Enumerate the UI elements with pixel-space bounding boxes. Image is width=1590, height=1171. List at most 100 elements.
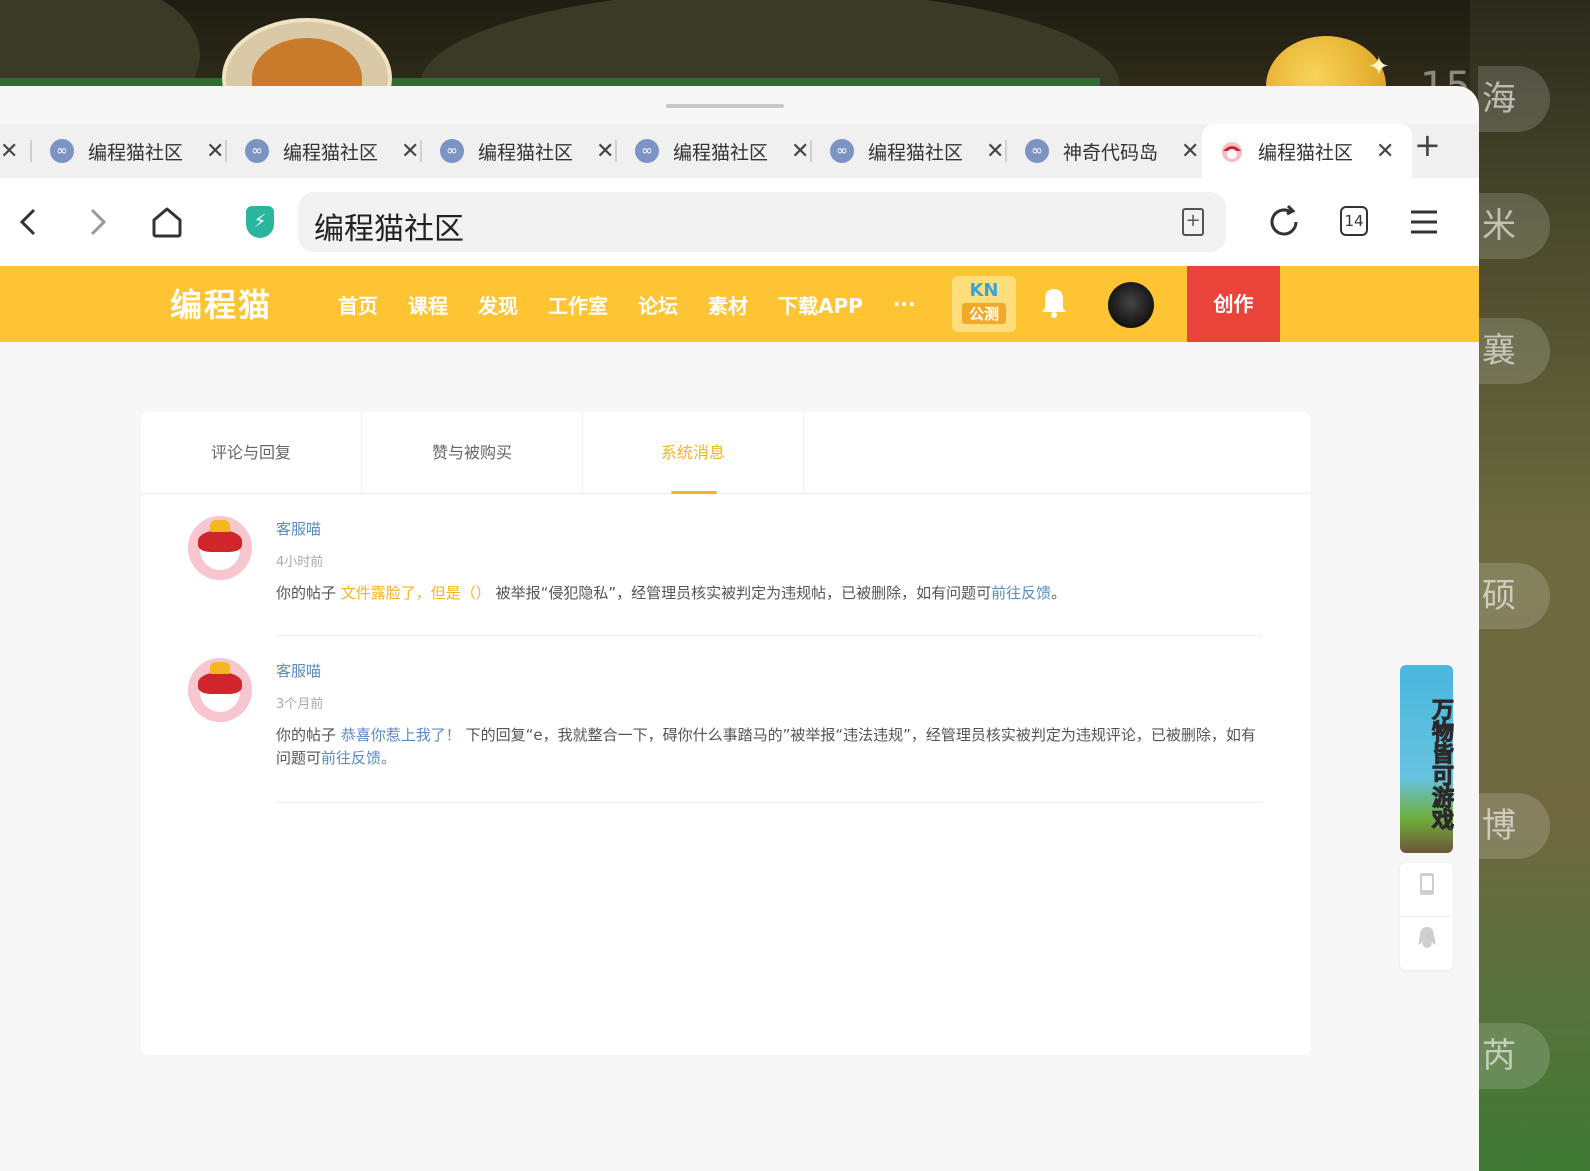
tab-label: 系统消息 bbox=[660, 443, 725, 462]
site-logo[interactable]: 编程猫 bbox=[170, 280, 272, 326]
browser-tab[interactable]: ∞ 编程猫社区 ✕ bbox=[830, 124, 1004, 178]
link-icon: ∞ bbox=[830, 139, 854, 163]
browser-tab[interactable]: ∞ 编程猫社区 ✕ bbox=[440, 124, 614, 178]
reload-button[interactable] bbox=[1266, 200, 1302, 255]
site-nav: 首页 课程 发现 工作室 论坛 素材 下载APP ··· bbox=[338, 266, 946, 342]
message-list: 客服喵 4小时前 你的帖子 文件露脸了，但是（） 被举报“侵犯隐私”，经管理员核… bbox=[141, 494, 1310, 803]
close-icon[interactable]: ✕ bbox=[986, 139, 1004, 164]
nav-forum[interactable]: 论坛 bbox=[638, 290, 678, 319]
tab-likes-purchases[interactable]: 赞与被购买 bbox=[362, 412, 583, 494]
close-icon[interactable]: ✕ bbox=[0, 139, 18, 164]
message-text: 。 bbox=[1051, 584, 1067, 602]
create-button[interactable]: 创作 bbox=[1187, 266, 1280, 342]
nav-studio[interactable]: 工作室 bbox=[548, 290, 608, 319]
tab-separator bbox=[615, 140, 617, 162]
cat-mask bbox=[198, 672, 242, 694]
message-time: 3个月前 bbox=[276, 697, 324, 712]
cat-hat bbox=[210, 520, 230, 532]
chevron-right-icon bbox=[90, 208, 107, 236]
link-icon: ∞ bbox=[245, 139, 269, 163]
kn-badge-title: KN bbox=[969, 280, 999, 301]
sender-name[interactable]: 客服喵 bbox=[276, 660, 1262, 681]
link-icon: ∞ bbox=[50, 139, 74, 163]
tab-title: 神奇代码岛 bbox=[1063, 141, 1159, 164]
window-grab-handle[interactable] bbox=[666, 104, 784, 108]
menu-button[interactable] bbox=[1408, 200, 1440, 255]
message-text: 你的帖子 bbox=[276, 584, 341, 602]
sender-name[interactable]: 客服喵 bbox=[276, 518, 1262, 539]
list-item: 客服喵 4小时前 你的帖子 文件露脸了，但是（） 被举报“侵犯隐私”，经管理员核… bbox=[188, 494, 1262, 636]
tab-comments-replies[interactable]: 评论与回复 bbox=[141, 412, 362, 494]
address-bar[interactable]: 编程猫社区 + bbox=[298, 192, 1226, 252]
nav-download-app[interactable]: 下载APP bbox=[778, 290, 863, 319]
tab-title: 编程猫社区 bbox=[673, 141, 769, 164]
avatar[interactable] bbox=[188, 516, 252, 580]
user-avatar[interactable] bbox=[1108, 282, 1154, 328]
browser-tab[interactable]: ∞ 编程猫社区 ✕ bbox=[635, 124, 809, 178]
cat-mask bbox=[198, 530, 242, 552]
messages-card: 评论与回复 赞与被购买 系统消息 客服喵 4小时前 你的帖子 文件露脸了，但是（… bbox=[141, 412, 1310, 1055]
bookmark-add-icon[interactable]: + bbox=[1182, 208, 1204, 236]
site-header: 编程猫 首页 课程 发现 工作室 论坛 素材 下载APP ··· KN 公测 创… bbox=[0, 266, 1479, 342]
promo-banner[interactable]: 万物皆可游戏 bbox=[1400, 665, 1454, 853]
list-item: 客服喵 3个月前 你的帖子 恭喜你惹上我了！ 下的回复“e，我就整合一下，碍你什… bbox=[188, 636, 1262, 803]
link-icon: ∞ bbox=[635, 139, 659, 163]
kn-badge-subtitle: 公测 bbox=[962, 303, 1006, 324]
nav-assets[interactable]: 素材 bbox=[708, 290, 748, 319]
qq-penguin-icon[interactable] bbox=[1400, 916, 1453, 969]
close-icon[interactable]: ✕ bbox=[791, 139, 809, 164]
close-icon[interactable]: ✕ bbox=[401, 139, 419, 164]
feedback-link[interactable]: 前往反馈。 bbox=[321, 749, 396, 767]
tab-title: 编程猫社区 bbox=[478, 141, 574, 164]
shield-icon[interactable]: ⚡ bbox=[246, 206, 274, 238]
tab-title: 编程猫社区 bbox=[868, 141, 964, 164]
browser-tab[interactable]: ∞ 神奇代码岛 ✕ bbox=[1025, 124, 1199, 178]
address-text[interactable]: 编程猫社区 bbox=[314, 204, 464, 248]
tab-separator bbox=[420, 140, 422, 162]
close-icon[interactable]: ✕ bbox=[1181, 139, 1199, 164]
hamburger-icon bbox=[1411, 210, 1437, 234]
backdrop-chip: 硕 bbox=[1478, 563, 1550, 629]
side-toolbar bbox=[1400, 863, 1453, 970]
avatar[interactable] bbox=[188, 658, 252, 722]
nav-discover[interactable]: 发现 bbox=[478, 290, 518, 319]
close-icon[interactable]: ✕ bbox=[206, 139, 224, 164]
new-tab-button[interactable]: + bbox=[1414, 126, 1441, 164]
browser-tab-active[interactable]: 编程猫社区 ✕ bbox=[1202, 124, 1413, 178]
home-button[interactable] bbox=[150, 200, 184, 255]
tab-title: 编程猫社区 bbox=[283, 141, 379, 164]
close-icon[interactable]: ✕ bbox=[1376, 139, 1394, 164]
back-button[interactable] bbox=[16, 200, 40, 255]
tab-separator bbox=[225, 140, 227, 162]
bell-icon[interactable] bbox=[1040, 286, 1068, 325]
backdrop-chip: 米 bbox=[1478, 193, 1550, 259]
browser-window: ✕ ∞ 编程猫社区 ✕ ∞ 编程猫社区 ✕ ∞ 编程猫社区 ✕ ∞ 编程猫社区 … bbox=[0, 86, 1479, 1171]
message-body: 你的帖子 恭喜你惹上我了！ 下的回复“e，我就整合一下，碍你什么事踏马的”被举报… bbox=[276, 724, 1262, 770]
cat-hat bbox=[210, 662, 230, 674]
tab-count-button[interactable]: 14 bbox=[1340, 206, 1368, 236]
tab-strip: ✕ ∞ 编程猫社区 ✕ ∞ 编程猫社区 ✕ ∞ 编程猫社区 ✕ ∞ 编程猫社区 … bbox=[0, 124, 1479, 178]
tab-separator bbox=[30, 140, 32, 162]
post-link[interactable]: 恭喜你惹上我了！ bbox=[341, 726, 461, 744]
backdrop-chip: 襄 bbox=[1478, 318, 1550, 384]
browser-tab[interactable]: ∞ 编程猫社区 ✕ bbox=[50, 124, 224, 178]
forward-button[interactable] bbox=[86, 200, 110, 255]
nav-home[interactable]: 首页 bbox=[338, 290, 378, 319]
message-time: 4小时前 bbox=[276, 555, 324, 570]
nav-more[interactable]: ··· bbox=[893, 292, 916, 316]
message-text: 你的帖子 bbox=[276, 726, 341, 744]
browser-tab[interactable]: ∞ 编程猫社区 ✕ bbox=[245, 124, 419, 178]
nav-courses[interactable]: 课程 bbox=[408, 290, 448, 319]
kn-beta-badge[interactable]: KN 公测 bbox=[952, 276, 1016, 332]
message-text: 被举报“侵犯隐私”，经管理员核实被判定为违规帖，已被删除，如有问题可 bbox=[490, 584, 992, 602]
post-link[interactable]: 文件露脸了，但是（） bbox=[341, 584, 491, 602]
backdrop-chip: 博 bbox=[1478, 793, 1550, 859]
home-icon bbox=[152, 207, 182, 238]
browser-toolbar: ⚡ 编程猫社区 + 14 bbox=[0, 178, 1479, 266]
tablet-icon[interactable] bbox=[1400, 863, 1453, 916]
tab-system-messages[interactable]: 系统消息 bbox=[583, 412, 804, 494]
tab-title: 编程猫社区 bbox=[1258, 141, 1354, 164]
feedback-link[interactable]: 前往反馈 bbox=[991, 584, 1051, 602]
tab-close-partial[interactable]: ✕ bbox=[0, 124, 18, 178]
close-icon[interactable]: ✕ bbox=[596, 139, 614, 164]
